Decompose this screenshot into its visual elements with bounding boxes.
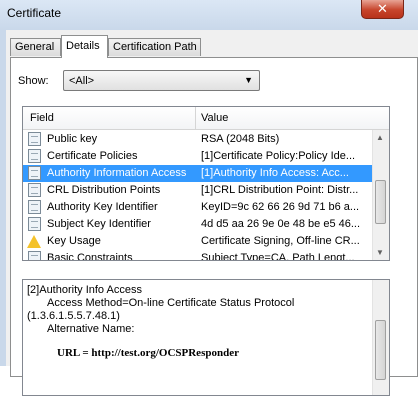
field-name: Subject Key Identifier (47, 218, 151, 230)
field-value: KeyID=9c 62 66 26 9d 71 b6 a... (201, 201, 360, 213)
certificate-extension-icon (28, 183, 41, 197)
field-value: 4d d5 aa 26 9e 0e 48 be e5 46... (201, 218, 361, 230)
certificate-extension-icon (28, 251, 41, 260)
tab-label: General (15, 41, 55, 53)
detail-line: Alternative Name: (47, 323, 135, 335)
column-header-value[interactable]: Value (201, 112, 228, 124)
field-value: Certificate Signing, Off-line CR... (201, 235, 360, 247)
field-value: RSA (2048 Bits) (201, 133, 280, 145)
detail-line: Access Method=On-line Certificate Status… (47, 297, 295, 309)
scrollbar-thumb[interactable] (375, 180, 386, 224)
certificate-extension-icon (28, 217, 41, 231)
list-item[interactable]: CRL Distribution Points [1]CRL Distribut… (23, 182, 374, 199)
column-header-field[interactable]: Field (30, 112, 54, 124)
column-divider[interactable] (195, 107, 196, 129)
chevron-down-icon: ▼ (244, 75, 253, 85)
warning-icon (27, 235, 41, 248)
field-name: Basic Constraints (47, 252, 133, 261)
list-item[interactable]: Public key RSA (2048 Bits) (23, 131, 374, 148)
tab-certification-path[interactable]: Certification Path (108, 38, 201, 56)
detail-url-line: URL = http://test.org/OCSPResponder (57, 347, 239, 359)
field-value: [1]Authority Info Access: Acc... (201, 167, 349, 179)
detail-scrollbar[interactable] (372, 280, 389, 395)
close-icon: ✕ (377, 1, 388, 16)
tab-general[interactable]: General (10, 38, 61, 56)
tab-details[interactable]: Details (61, 35, 108, 58)
list-item-selected[interactable]: Authority Information Access [1]Authorit… (23, 165, 374, 182)
scroll-down-arrow-icon[interactable]: ▼ (376, 248, 384, 257)
certificate-extension-icon (28, 149, 41, 163)
dialog-client-area: General Details Certification Path Show:… (6, 30, 418, 396)
close-button[interactable]: ✕ (361, 0, 404, 19)
scroll-up-arrow-icon[interactable]: ▲ (376, 133, 384, 142)
field-value: [1]Certificate Policy:Policy Ide... (201, 150, 356, 162)
certificate-extension-icon (28, 200, 41, 214)
field-detail-textbox[interactable]: [2]Authority Info Access Access Method=O… (22, 279, 390, 396)
detail-line: [2]Authority Info Access (27, 284, 142, 296)
title-bar[interactable]: Certificate ✕ (0, 0, 418, 30)
show-dropdown-value: <All> (69, 75, 95, 87)
field-name: Authority Information Access (47, 167, 187, 179)
tab-label: Certification Path (113, 41, 197, 53)
tab-label: Details (66, 40, 100, 52)
certificate-field-icon (28, 132, 41, 146)
fields-list[interactable]: Field Value Public key RSA (2048 Bits) C… (22, 106, 390, 261)
field-name: Public key (47, 133, 98, 145)
list-header: Field Value (23, 107, 389, 130)
list-item[interactable]: Key Usage Certificate Signing, Off-line … (23, 233, 374, 250)
field-name: Certificate Policies (47, 150, 138, 162)
field-name: Authority Key Identifier (47, 201, 158, 213)
show-label: Show: (18, 75, 49, 87)
certificate-window: Certificate ✕ General Details Certificat… (0, 0, 418, 396)
certificate-extension-icon (28, 166, 41, 180)
show-dropdown[interactable]: <All> ▼ (63, 70, 260, 91)
scrollbar-thumb[interactable] (375, 320, 386, 380)
field-name: Key Usage (47, 235, 101, 247)
list-item[interactable]: Basic Constraints Subject Type=CA, Path … (23, 250, 374, 261)
field-value: [1]CRL Distribution Point: Distr... (201, 184, 359, 196)
list-item[interactable]: Subject Key Identifier 4d d5 aa 26 9e 0e… (23, 216, 374, 233)
list-item[interactable]: Certificate Policies [1]Certificate Poli… (23, 148, 374, 165)
fields-list-scrollbar[interactable]: ▲ ▼ (372, 130, 389, 260)
detail-line: (1.3.6.1.5.5.7.48.1) (27, 310, 120, 322)
list-item[interactable]: Authority Key Identifier KeyID=9c 62 66 … (23, 199, 374, 216)
window-title: Certificate (7, 6, 62, 20)
field-name: CRL Distribution Points (47, 184, 161, 196)
field-value: Subject Type=CA, Path Lengt... (201, 252, 355, 261)
